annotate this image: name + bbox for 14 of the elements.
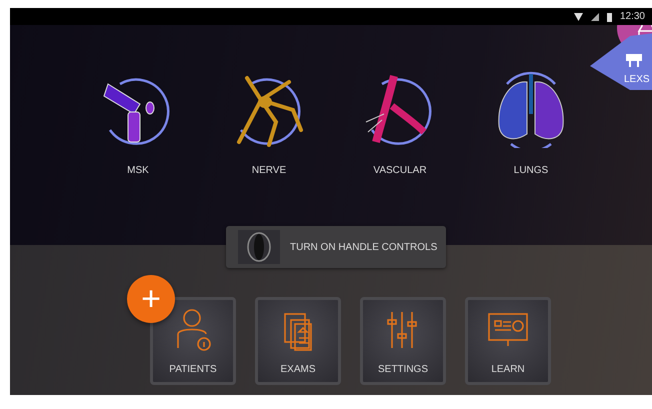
signal-icon (590, 12, 599, 20)
toast-message: TURN ON HANDLE CONTROLS (290, 240, 438, 254)
preset-button[interactable]: LUNGS (471, 70, 591, 178)
clock-time: 12:30 (620, 10, 645, 24)
preset-button[interactable]: MSK (78, 70, 198, 178)
battery-icon (606, 12, 612, 22)
menu-tile[interactable]: LEARN (465, 297, 551, 385)
preset-button[interactable]: VASCULAR (340, 70, 460, 178)
probe-label: LEXS (624, 73, 650, 87)
preset-button[interactable]: NERVE (209, 70, 329, 178)
handle-icon (238, 230, 280, 264)
menu-tile[interactable]: SETTINGS (360, 297, 446, 385)
wifi-icon (574, 12, 583, 20)
menu-tile[interactable]: EXAMS (255, 297, 341, 385)
